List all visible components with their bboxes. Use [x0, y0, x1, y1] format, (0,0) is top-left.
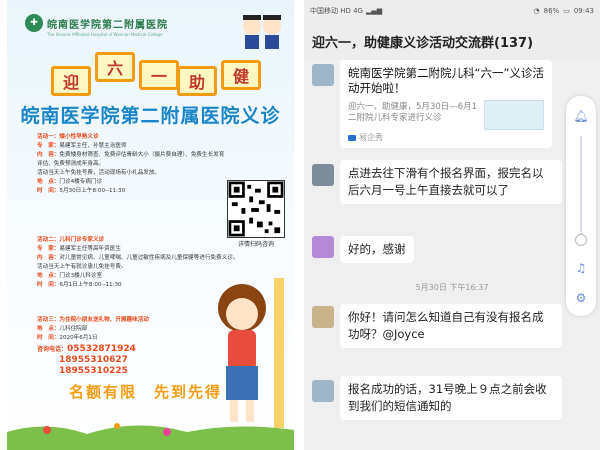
hospital-logo-icon: ✚ — [25, 14, 43, 32]
status-bar: 中国移动 HD 4G ▂▄▆ ◔ 86% ▭ 09:43 — [304, 0, 600, 22]
flag-char: 一 — [139, 60, 179, 90]
chat-title: 迎六一，助健康义诊活动交流群(137) — [312, 35, 534, 51]
link-card-message[interactable]: 皖南医学院第二附院儿科“六一”义诊活动开始啦！ 迎六一、助健康，5月30日—6月… — [340, 60, 552, 148]
battery-icon: ▭ — [563, 7, 570, 15]
card-title: 皖南医学院第二附院儿科“六一”义诊活动开始啦！ — [348, 66, 544, 95]
hospital-name: 皖南医学院第二附属医院 — [47, 19, 168, 31]
activity-line: 地 点：儿科住院部 — [37, 326, 88, 332]
activity-line: 时 间：5月30日上午8:00--11:30 — [37, 188, 126, 194]
flag-banner: 迎 六 一 助 健 — [47, 52, 267, 96]
message-list[interactable]: 皖南医学院第二附院儿科“六一”义诊活动开始啦！ 迎六一、助健康，5月30日—6月… — [304, 60, 600, 450]
activity-one: 活动一：矮小性早熟义诊 专 家：易建军主任、孙慧主治医师 内 容：免费矮身材筛查… — [37, 133, 227, 196]
clock: 09:43 — [573, 7, 594, 15]
slogan: 名额有限 先到先得 — [69, 383, 223, 401]
flag-char: 助 — [177, 66, 217, 96]
text-message[interactable]: 点进去往下滑有个报名界面，报完名以后六月一号上午直接去就可以了 — [340, 160, 562, 204]
activity-line: 专 家：易建军主任等高年资医生 — [37, 246, 121, 252]
avatar[interactable] — [312, 380, 334, 402]
floating-side-panel: 🔔︎ ♫ ⚙ — [566, 96, 596, 316]
phone-numbers: 咨询电话：05532871924 18955310627 18955310225 — [37, 344, 136, 377]
settings-gear-icon[interactable]: ⚙ — [573, 290, 589, 306]
activity-line: 内 容：对儿童常见病、儿童哮喘、儿童过敏性疾病及儿童保健等进行免费义诊。 — [37, 255, 239, 261]
wifi-icon: ◔ — [533, 7, 540, 15]
text-message[interactable]: 好的，感谢 — [340, 236, 414, 263]
poster-image: ✚ 皖南医学院第二附属医院 The Second Affiliated Hosp… — [7, 0, 294, 450]
chat-screenshot: 中国移动 HD 4G ▂▄▆ ◔ 86% ▭ 09:43 迎六一，助健康义诊活动… — [304, 0, 600, 450]
flag-char: 健 — [221, 60, 261, 90]
text-message[interactable]: 你好！请问怎么知道自己有没有报名成功呀？@Joyce — [340, 304, 562, 348]
avatar[interactable] — [312, 236, 334, 258]
poster-title: 皖南医学院第二附属医院义诊 — [20, 105, 281, 127]
bell-icon[interactable]: 🔔︎ — [573, 108, 589, 124]
activity-head: 活动一：矮小性早熟义诊 — [37, 134, 99, 140]
activity-three: 活动三：为住院小朋友送礼物、开展趣味活动 地 点：儿科住院部 时 间：2020年… — [37, 316, 207, 343]
hospital-subtitle: The Second Affiliated Hospital of Wannan… — [47, 32, 163, 37]
avatar[interactable] — [312, 306, 334, 328]
phone-number[interactable]: 18955310627 — [37, 355, 128, 365]
phone-number[interactable]: 05532871924 — [67, 344, 136, 354]
signal-icon: ▂▄▆ — [365, 7, 383, 15]
card-description: 迎六一、助健康，5月30日—6月1二附院儿科专家进行义诊 — [348, 102, 478, 123]
card-thumbnail — [484, 100, 544, 130]
carrier-label: 中国移动 HD 4G — [310, 7, 363, 15]
chat-title-bar: 迎六一，助健康义诊活动交流群(137) — [304, 22, 600, 60]
activity-line: 活动当天上午免挂号费，活动现场有小礼品发放。 — [37, 170, 161, 176]
volume-slider-track[interactable] — [580, 136, 582, 236]
volume-slider-knob[interactable] — [575, 234, 587, 246]
avatar[interactable] — [312, 164, 334, 186]
card-source-name: 易企秀 — [359, 133, 383, 142]
flag-char: 迎 — [51, 66, 91, 96]
text-message[interactable]: 报名成功的话，31号晚上９点之前会收到我们的短信通知的 — [340, 376, 562, 420]
qr-code-icon[interactable] — [227, 180, 285, 238]
message-timestamp: 5月30日 下午16:37 — [415, 283, 489, 292]
phone-number[interactable]: 18955310225 — [37, 366, 128, 376]
music-note-icon[interactable]: ♫ — [573, 260, 589, 276]
battery-percent: 86% — [543, 7, 560, 15]
flag-char: 六 — [95, 52, 135, 82]
activity-line: 专 家：易建军主任、孙慧主治医师 — [37, 143, 127, 149]
activity-head: 活动三：为住院小朋友送礼物、开展趣味活动 — [37, 317, 149, 323]
activity-line: 内 容：免费矮身材筛查、免费评估骨龄大小（摄片费自理）、免费生长发育评估、免费预… — [37, 152, 225, 167]
source-logo-icon — [348, 134, 356, 141]
activity-line: 地 点：门诊4楼专病门诊 — [37, 179, 103, 185]
card-source: 易企秀 — [348, 132, 383, 143]
activity-head: 活动二：儿科门诊专家义诊 — [37, 237, 105, 243]
graduate-kids-icon — [243, 15, 281, 49]
phone-label: 咨询电话： — [37, 346, 68, 353]
avatar[interactable] — [312, 64, 334, 86]
grass-decoration-icon — [7, 423, 294, 450]
hospital-header: ✚ 皖南医学院第二附属医院 — [25, 14, 168, 32]
activity-line: 时 间：2020年6月1日 — [37, 335, 98, 341]
